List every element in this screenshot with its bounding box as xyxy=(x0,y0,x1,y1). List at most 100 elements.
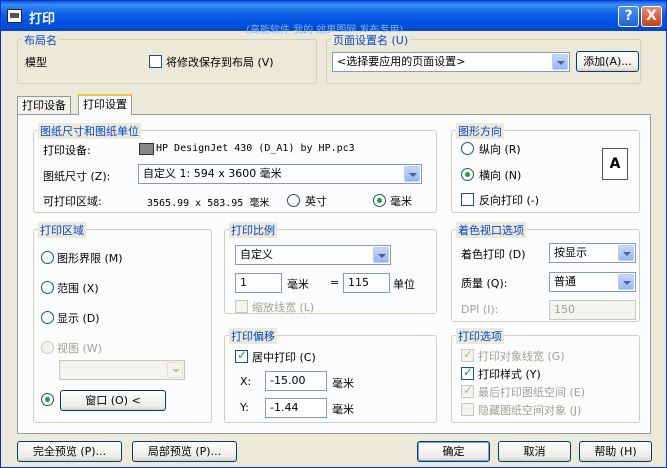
scale-select[interactable]: 自定义 xyxy=(235,245,391,265)
offset-y-input[interactable]: -1.44 xyxy=(265,398,327,418)
shade-plot-label: 着色打印 (D) xyxy=(461,248,526,261)
page-setup-select-value: <选择要应用的页面设置> xyxy=(337,55,466,68)
tab-plot-device[interactable]: 打印设备 xyxy=(17,96,71,115)
orientation-group: 图形方向 纵向 (R) 横向 (N) 反向打印 (-) A xyxy=(451,123,640,213)
hide-paperspace-objects-checkbox xyxy=(461,403,474,416)
plot-styles-checkbox[interactable] xyxy=(461,365,474,380)
shaded-viewport-group-label: 着色视口选项 xyxy=(456,222,526,238)
title-bar[interactable]: 打印 (高能软件 我的 效果图网 发布专用) ? X xyxy=(1,1,666,36)
scale-mm-label: 毫米 xyxy=(287,278,309,291)
paper-size-select[interactable]: 自定义 1: 594 x 3600 毫米 xyxy=(138,164,422,184)
scale-lineweights-label: 缩放线宽 (L) xyxy=(252,301,315,314)
unit-inch-radio[interactable] xyxy=(287,194,300,207)
unit-mm-label[interactable]: 毫米 xyxy=(390,193,412,209)
scale-equals: = xyxy=(330,276,340,289)
plot-area-display-label[interactable]: 显示 (D) xyxy=(57,310,100,326)
printer-icon xyxy=(7,9,22,23)
scale-units-label: 单位 xyxy=(393,278,415,291)
paper-size-group: 图纸尺寸和图纸单位 打印设备: HP DesignJet 430 (D_A1) … xyxy=(33,123,437,213)
center-plot-checkbox[interactable] xyxy=(235,348,248,363)
cancel-button[interactable]: 取消 xyxy=(498,441,571,462)
scale-select-value: 自定义 xyxy=(240,248,273,261)
full-preview-button[interactable]: 完全预览 (P)... xyxy=(17,441,122,462)
unit-mm-radio[interactable] xyxy=(373,194,386,207)
save-to-layout-checkbox[interactable] xyxy=(149,55,162,68)
paper-size-select-value: 自定义 1: 594 x 3600 毫米 xyxy=(143,167,282,180)
chevron-down-icon[interactable] xyxy=(552,54,568,70)
help-button[interactable]: 帮助 (H) xyxy=(579,441,652,462)
quality-select[interactable]: 普通 xyxy=(549,272,636,292)
ok-button[interactable]: 确定 xyxy=(417,441,490,462)
plot-area-extents-radio[interactable] xyxy=(41,281,54,294)
offset-y-label: Y: xyxy=(240,401,249,414)
plot-options-group: 打印选项 打印对象线宽 (G) 打印样式 (Y) 最后打印图纸空间 (E) 隐藏… xyxy=(451,328,640,423)
plot-options-group-label: 打印选项 xyxy=(456,328,504,344)
orientation-group-label: 图形方向 xyxy=(456,123,504,139)
plot-area-display-radio[interactable] xyxy=(41,311,54,324)
plot-lineweights-label: 打印对象线宽 (G) xyxy=(478,350,565,363)
landscape-label[interactable]: 横向 (N) xyxy=(479,167,521,183)
plotter-icon xyxy=(139,143,154,155)
view-name-select xyxy=(59,360,185,380)
window-pick-button[interactable]: 窗口 (O) < xyxy=(60,390,166,411)
plot-area-window-radio[interactable] xyxy=(41,393,54,406)
plot-area-view-label: 视图 (W) xyxy=(57,342,102,355)
plot-scale-group: 打印比例 自定义 1 毫米 = 115 单位 缩放线宽 (L) xyxy=(224,222,437,314)
paper-size-group-label: 图纸尺寸和图纸单位 xyxy=(38,123,141,139)
shaded-viewport-group: 着色视口选项 着色打印 (D) 按显示 质量 (Q): 普通 DPI (I): … xyxy=(451,222,640,322)
offset-x-label: X: xyxy=(240,375,252,388)
chevron-down-icon[interactable] xyxy=(373,247,389,263)
shade-plot-select-value: 按显示 xyxy=(554,246,587,259)
plot-paperspace-last-label: 最后打印图纸空间 (E) xyxy=(478,386,586,399)
plot-offset-group-label: 打印偏移 xyxy=(229,328,277,344)
chevron-down-icon xyxy=(167,362,183,378)
offset-y-unit: 毫米 xyxy=(332,403,354,416)
hide-paperspace-objects-label: 隐藏图纸空间对象 (J) xyxy=(478,404,582,417)
quality-label: 质量 (Q): xyxy=(461,277,508,290)
printable-area-label: 可打印区域: xyxy=(43,195,102,208)
portrait-label[interactable]: 纵向 (R) xyxy=(479,141,521,157)
paper-size-label: 图纸尺寸 (Z): xyxy=(43,170,111,183)
plot-area-limits-radio[interactable] xyxy=(41,251,54,264)
plot-offset-group: 打印偏移 居中打印 (C) X: -15.00 毫米 Y: -1.44 毫米 xyxy=(224,328,437,423)
orientation-preview-icon: A xyxy=(602,148,628,180)
plot-area-view-radio xyxy=(41,341,54,354)
landscape-radio[interactable] xyxy=(461,168,474,181)
save-to-layout-label[interactable]: 将修改保存到布局 (V) xyxy=(166,54,274,70)
reverse-plot-label[interactable]: 反向打印 (-) xyxy=(479,192,539,208)
chevron-down-icon[interactable] xyxy=(404,166,420,182)
quality-select-value: 普通 xyxy=(554,275,576,288)
offset-x-unit: 毫米 xyxy=(332,377,354,390)
plot-styles-label[interactable]: 打印样式 (Y) xyxy=(478,366,541,382)
chevron-down-icon[interactable] xyxy=(618,274,634,290)
plot-area-limits-label[interactable]: 图形界限 (M) xyxy=(57,250,123,266)
layout-name-group-label: 布局名 xyxy=(22,32,59,48)
plot-area-group-label: 打印区域 xyxy=(38,222,86,238)
help-title-button[interactable]: ? xyxy=(618,6,639,27)
shade-plot-select[interactable]: 按显示 xyxy=(549,243,636,263)
scale-mm-input[interactable]: 1 xyxy=(235,273,282,293)
close-button[interactable]: X xyxy=(641,6,662,27)
portrait-radio[interactable] xyxy=(461,142,474,155)
chevron-down-icon[interactable] xyxy=(618,245,634,261)
center-plot-label[interactable]: 居中打印 (C) xyxy=(252,349,316,365)
page-setup-select[interactable]: <选择要应用的页面设置> xyxy=(332,52,570,72)
plot-device-value: HP DesignJet 430 (D_A1) by HP.pc3 xyxy=(156,143,355,154)
dpi-input: 150 xyxy=(549,300,636,320)
dpi-label: DPI (I): xyxy=(461,303,499,316)
unit-inch-label[interactable]: 英寸 xyxy=(305,193,327,209)
scale-lineweights-checkbox xyxy=(235,300,248,313)
dialog-title: 打印 xyxy=(29,12,56,27)
printable-area-value: 3565.99 x 583.95 毫米 xyxy=(147,198,270,209)
offset-x-input[interactable]: -15.00 xyxy=(265,371,327,391)
page-setup-group: 页面设置名 (U) <选择要应用的页面设置> 添加(A)... xyxy=(326,32,641,84)
tab-plot-settings[interactable]: 打印设置 xyxy=(78,94,132,115)
scale-units-input[interactable]: 115 xyxy=(343,273,390,293)
plot-scale-group-label: 打印比例 xyxy=(229,222,277,238)
add-page-setup-button[interactable]: 添加(A)... xyxy=(576,51,639,72)
partial-preview-button[interactable]: 局部预览 (P)... xyxy=(132,441,237,462)
plot-device-label: 打印设备: xyxy=(43,144,91,157)
layout-name-group: 布局名 模型 将修改保存到布局 (V) xyxy=(17,32,317,84)
reverse-plot-checkbox[interactable] xyxy=(461,193,474,206)
plot-area-extents-label[interactable]: 范围 (X) xyxy=(57,280,99,296)
